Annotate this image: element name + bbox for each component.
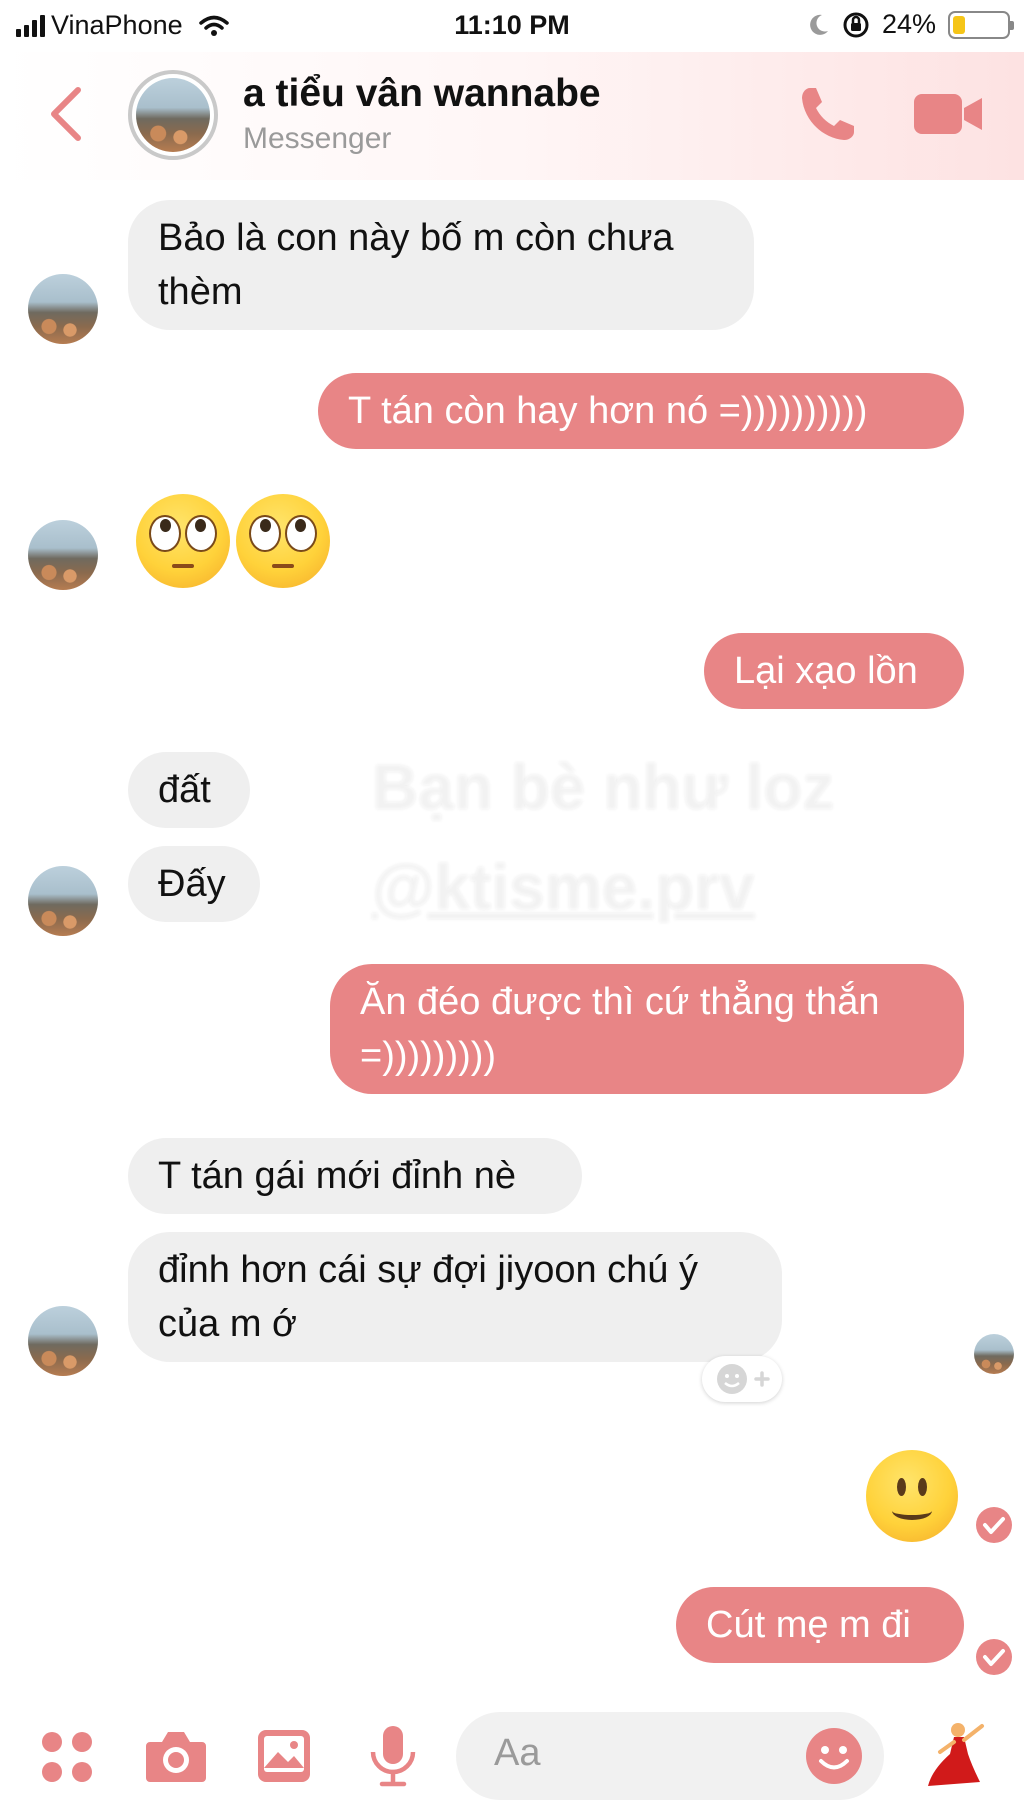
delivered-check-icon — [976, 1639, 1012, 1675]
camera-icon[interactable] — [144, 1728, 208, 1784]
back-icon[interactable] — [42, 82, 90, 146]
message-bubble-incoming[interactable]: T tán gái mới đỉnh nè — [128, 1138, 582, 1214]
contact-name[interactable]: a tiểu vân wannabe — [243, 72, 601, 116]
sender-avatar[interactable] — [28, 274, 98, 344]
image-icon[interactable] — [256, 1728, 312, 1784]
emoji-icon[interactable] — [804, 1726, 864, 1786]
contact-avatar[interactable] — [128, 70, 218, 160]
message-bubble-outgoing[interactable]: T tán còn hay hơn nó =)))))))))) — [318, 373, 964, 449]
eye-roll-emoji — [236, 494, 330, 588]
message-input[interactable]: Aa — [456, 1712, 884, 1800]
dancer-sticker-icon[interactable] — [924, 1720, 990, 1790]
sender-avatar[interactable] — [28, 520, 98, 590]
read-receipt-avatar — [974, 1334, 1014, 1374]
message-input-placeholder: Aa — [494, 1732, 541, 1774]
message-bubble-outgoing[interactable]: Ăn đéo được thì cứ thẳng thắn =))))))))) — [330, 964, 964, 1094]
message-bubble-incoming[interactable]: Bảo là con này bố m còn chưa thèm — [128, 200, 754, 330]
contact-subtitle: Messenger — [243, 122, 392, 155]
microphone-icon[interactable] — [368, 1724, 418, 1788]
message-bubble-outgoing[interactable]: Cút mẹ m đi — [676, 1587, 964, 1663]
emoji-message-incoming[interactable] — [136, 494, 332, 590]
message-bubble-outgoing[interactable]: Lại xạo lồn — [704, 633, 964, 709]
battery-icon — [948, 10, 1014, 39]
call-icon[interactable] — [796, 82, 860, 146]
sender-avatar[interactable] — [28, 866, 98, 936]
sender-avatar[interactable] — [28, 1306, 98, 1376]
battery-percent: 24% — [881, 9, 936, 39]
eye-roll-emoji — [136, 494, 230, 588]
delivered-check-icon — [976, 1507, 1012, 1543]
conversation-header: a tiểu vân wannabe Messenger — [0, 52, 1024, 180]
smiley-plus-icon — [717, 1364, 770, 1394]
message-bubble-incoming[interactable]: đất — [128, 752, 250, 828]
moon-icon — [810, 14, 828, 35]
video-call-icon[interactable] — [912, 86, 984, 142]
status-bar: VinaPhone 11:10 PM 24% — [0, 0, 1024, 52]
message-bubble-incoming[interactable]: Đấy — [128, 846, 260, 922]
message-bubble-incoming[interactable]: đỉnh hơn cái sự đợi jiyoon chú ý của m ớ — [128, 1232, 782, 1362]
apps-icon[interactable] — [40, 1730, 94, 1784]
status-right: 24% — [808, 9, 1014, 40]
slight-smile-emoji[interactable] — [866, 1450, 958, 1542]
watermark-line-2: @ktisme.prv — [372, 851, 755, 923]
composer-bar: Aa — [0, 1700, 1024, 1820]
add-reaction-button[interactable] — [702, 1356, 782, 1402]
rotation-lock-icon — [843, 12, 869, 37]
battery-level — [953, 15, 966, 34]
watermark-line-1: Bạn bè như loz — [372, 751, 835, 823]
